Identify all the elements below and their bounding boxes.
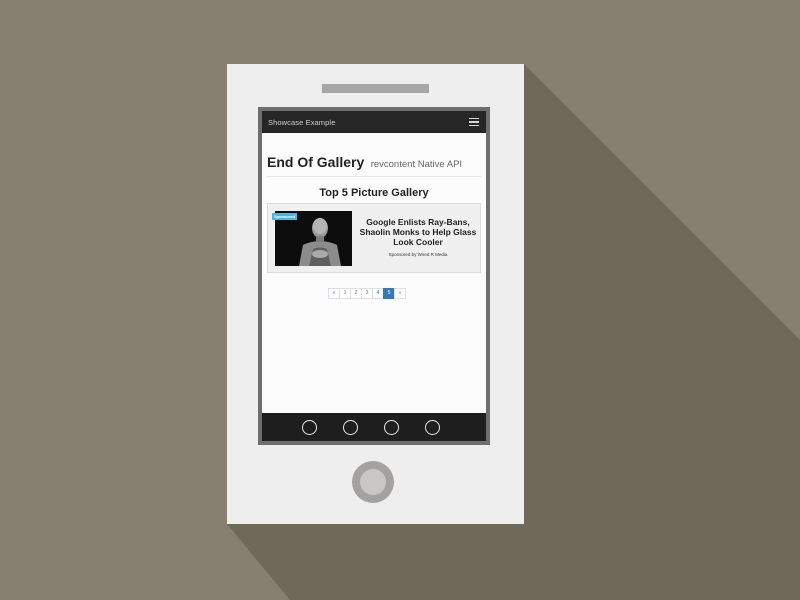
home-button-center <box>360 469 386 495</box>
circle-button-icon[interactable] <box>302 420 317 435</box>
phone-device: Showcase Example End Of Gallery revconte… <box>227 64 524 524</box>
screen-bezel: Showcase Example End Of Gallery revconte… <box>258 107 490 445</box>
speaker-grille <box>322 84 429 93</box>
hamburger-menu-icon[interactable] <box>468 117 480 127</box>
pagination-next[interactable]: » <box>394 288 406 299</box>
page-subtitle: revcontent Native API <box>370 159 463 170</box>
page-header: End Of Gallery revcontent Native API <box>267 154 481 177</box>
phone-screen: Showcase Example End Of Gallery revconte… <box>262 111 486 441</box>
circle-button-icon[interactable] <box>425 420 440 435</box>
navbar-brand[interactable]: Showcase Example <box>268 118 335 127</box>
pagination: « 1 2 3 4 5 » <box>328 288 406 299</box>
page-title: End Of Gallery <box>267 154 365 170</box>
circle-button-icon[interactable] <box>343 420 358 435</box>
circle-button-icon[interactable] <box>384 420 399 435</box>
sponsored-badge: Sponsored <box>272 213 297 220</box>
home-button[interactable] <box>352 461 394 503</box>
sponsored-ad-card[interactable]: Sponsored Google Enlists Ray-Bans, Shaol… <box>267 203 481 273</box>
bottom-nav-bar <box>262 413 486 441</box>
ad-sponsor-text: Sponsored by Wired R Media <box>388 252 448 257</box>
gallery-title: Top 5 Picture Gallery <box>319 187 429 199</box>
top-navbar: Showcase Example <box>262 111 486 133</box>
ad-headline[interactable]: Google Enlists Ray-Bans, Shaolin Monks t… <box>356 217 480 247</box>
